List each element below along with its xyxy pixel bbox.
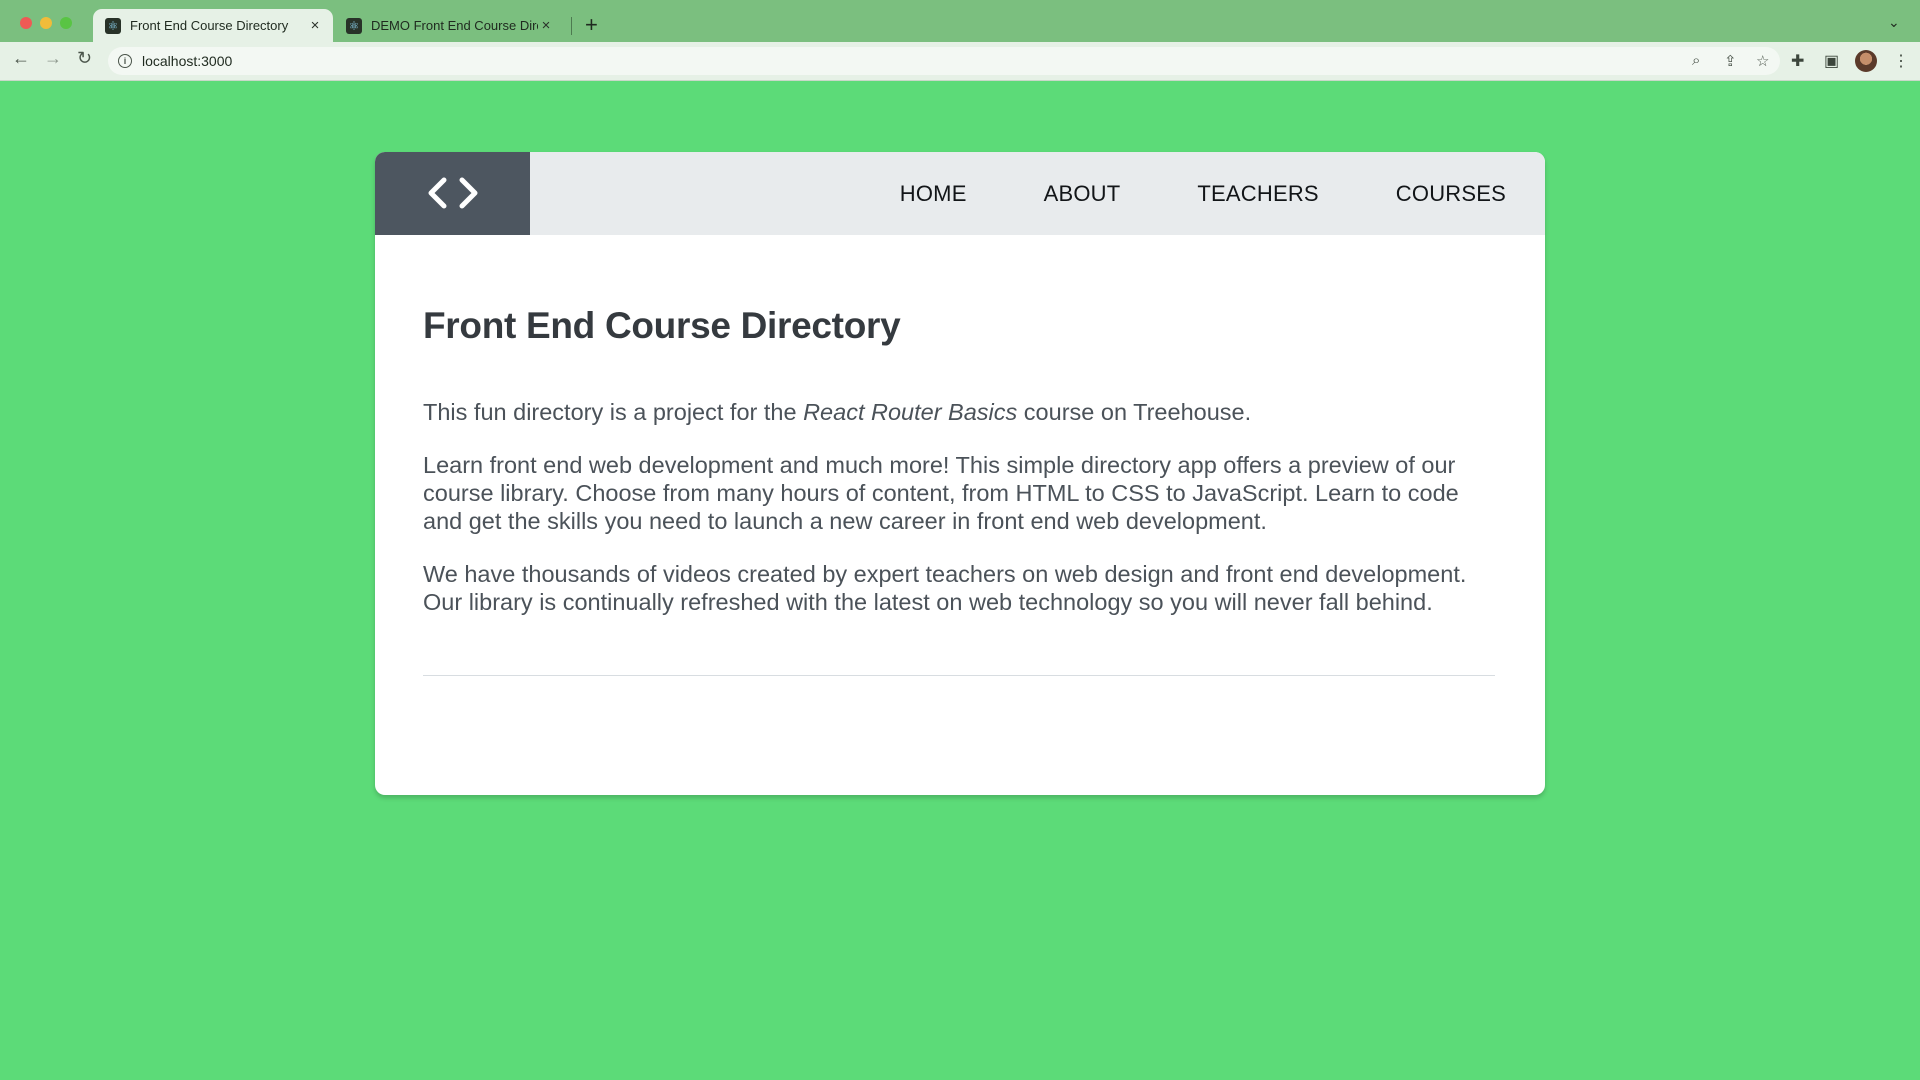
extensions-puzzle-icon[interactable]: ✚ xyxy=(1791,51,1804,71)
browser-tab[interactable]: ⚛ DEMO Front End Course Directory × xyxy=(334,9,564,42)
intro-text-after: course on Treehouse. xyxy=(1017,399,1252,425)
profile-avatar[interactable] xyxy=(1855,50,1877,72)
main-card: HOME ABOUT TEACHERS COURSES Front End Co… xyxy=(375,152,1545,795)
nav-home[interactable]: HOME xyxy=(900,181,967,207)
nav-teachers[interactable]: TEACHERS xyxy=(1197,181,1318,207)
close-icon[interactable]: × xyxy=(538,17,554,34)
minimize-window-button[interactable] xyxy=(40,17,52,29)
share-icon[interactable]: ⇪ xyxy=(1724,52,1737,70)
react-favicon-icon: ⚛ xyxy=(346,17,362,34)
url-text: localhost:3000 xyxy=(142,53,233,69)
reload-icon[interactable]: ↻ xyxy=(77,48,92,69)
forward-arrow-icon[interactable]: → xyxy=(44,48,62,69)
back-arrow-icon[interactable]: ← xyxy=(12,48,30,69)
library-paragraph: We have thousands of videos created by e… xyxy=(423,561,1467,615)
close-window-button[interactable] xyxy=(20,17,32,29)
tab-title: DEMO Front End Course Directory xyxy=(371,18,538,33)
tab-title: Front End Course Directory xyxy=(130,18,289,33)
bookmark-star-icon[interactable]: ☆ xyxy=(1756,52,1769,70)
chevron-down-icon[interactable]: ⌄ xyxy=(1888,14,1900,31)
site-logo[interactable] xyxy=(375,152,530,235)
zoom-icon[interactable]: ⌕ xyxy=(1692,52,1700,69)
intro-paragraph: This fun directory is a project for the … xyxy=(423,398,1495,426)
side-panel-icon[interactable]: ▣ xyxy=(1824,51,1839,71)
divider xyxy=(423,675,1495,676)
maximize-window-button[interactable] xyxy=(60,17,72,29)
browser-tab-strip: ⚛ Front End Course Directory × ⚛ DEMO Fr… xyxy=(0,0,1920,42)
page-title: Front End Course Directory xyxy=(423,305,901,346)
react-favicon-icon: ⚛ xyxy=(105,17,121,34)
more-menu-icon[interactable]: ⋮ xyxy=(1893,51,1909,71)
main-nav: HOME ABOUT TEACHERS COURSES xyxy=(862,152,1545,235)
address-bar[interactable]: i localhost:3000 ⌕ ⇪ ☆ xyxy=(108,47,1780,75)
browser-toolbar: ← → ↻ i localhost:3000 ⌕ ⇪ ☆ ✚ ▣ ⋮ xyxy=(0,42,1920,81)
new-tab-icon[interactable]: + xyxy=(585,12,598,38)
close-icon[interactable]: × xyxy=(307,17,323,34)
info-icon[interactable]: i xyxy=(118,54,132,68)
tab-separator xyxy=(571,17,572,35)
code-brackets-icon xyxy=(428,177,478,209)
intro-text-before: This fun directory is a project for the xyxy=(423,399,804,425)
nav-courses[interactable]: COURSES xyxy=(1396,181,1506,207)
description-paragraph: Learn front end web development and much… xyxy=(423,452,1459,534)
browser-tab-active[interactable]: ⚛ Front End Course Directory × xyxy=(93,9,333,42)
course-name: React Router Basics xyxy=(803,399,1018,425)
nav-about[interactable]: ABOUT xyxy=(1044,181,1121,207)
site-header: HOME ABOUT TEACHERS COURSES xyxy=(375,152,1545,235)
